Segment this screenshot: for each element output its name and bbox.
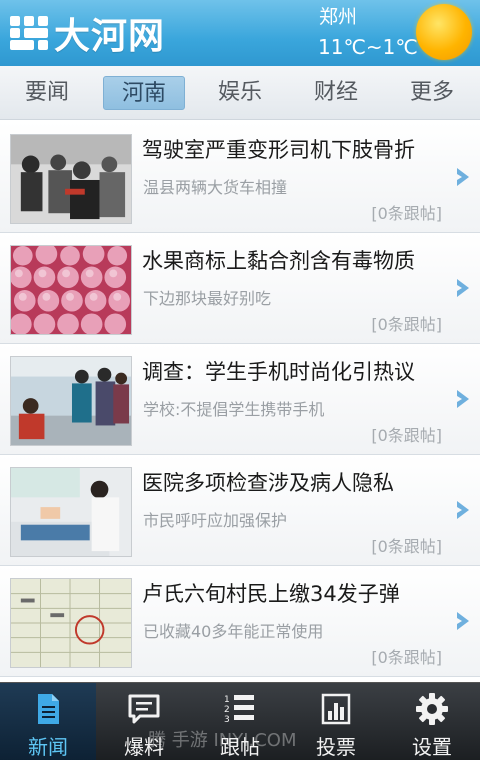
logo-text: 大河网 [54,16,166,57]
logo-mark-icon [10,16,48,50]
tab-henan[interactable]: 河南 [103,76,185,110]
reply-count: [0条跟帖] [371,426,442,445]
news-title: 医院多项检查涉及病人隐私 [142,471,394,495]
tab-caijing[interactable]: 财经 [295,76,377,110]
tab-yule[interactable]: 娱乐 [199,76,281,110]
sunny-icon [416,4,472,60]
news-item[interactable]: 卢氏六旬村民上缴34发子弹 已收藏40多年能正常使用 [0条跟帖] [0,566,480,677]
news-thumbnail [10,134,132,224]
news-thumbnail [10,245,132,335]
news-document-icon [38,694,59,724]
svg-text:2: 2 [224,705,230,715]
news-title: 水果商标上黏合剂含有毒物质 [142,249,415,273]
bar-chart-icon [321,693,351,725]
chevron-right-icon [457,501,469,519]
weather-widget[interactable]: 郑州 11℃~1℃ [318,6,418,62]
news-title: 调查：学生手机时尚化引热议 [142,360,415,384]
news-subtitle: 学校:不提倡学生携带手机 [143,400,325,419]
news-thumbnail [10,467,132,557]
nav-toupiao[interactable]: 投票 [288,683,384,760]
tab-yaowen[interactable]: 要闻 [6,76,88,110]
weather-city: 郑州 [319,6,358,28]
chevron-right-icon [457,168,469,186]
news-subtitle: 已收藏40多年能正常使用 [143,622,324,641]
chat-bubble-icon [128,694,160,724]
chevron-right-icon [457,390,469,408]
gear-icon [416,693,448,725]
nav-news[interactable]: 新闻 [0,683,96,760]
nav-settings[interactable]: 设置 [384,683,480,760]
news-subtitle: 温县两辆大货车相撞 [143,178,288,197]
reply-count: [0条跟帖] [371,648,442,667]
site-logo[interactable]: 大河网 [10,7,165,59]
news-subtitle: 市民呼吁应加强保护 [143,511,288,530]
chevron-right-icon [457,279,469,297]
reply-count: [0条跟帖] [371,315,442,334]
nav-news-label: 新闻 [28,735,68,759]
reply-count: [0条跟帖] [371,537,442,556]
news-item[interactable]: 水果商标上黏合剂含有毒物质 下边那块最好别吃 [0条跟帖] [0,233,480,344]
news-item[interactable]: 驾驶室严重变形司机下肢骨折 温县两辆大货车相撞 [0条跟帖] [0,122,480,233]
reply-count: [0条跟帖] [371,204,442,223]
svg-text:1: 1 [224,695,230,705]
news-thumbnail [10,356,132,446]
weather-temperature: 11℃~1℃ [318,35,418,59]
news-subtitle: 下边那块最好别吃 [143,289,272,308]
category-tabs: 要闻 河南 娱乐 财经 更多 [0,66,480,120]
nav-settings-label: 设置 [412,735,452,759]
numbered-list-icon: 1 2 3 [224,695,254,725]
svg-text:3: 3 [224,715,230,725]
news-title: 驾驶室严重变形司机下肢骨折 [142,138,415,162]
news-title: 卢氏六旬村民上缴34发子弹 [142,582,400,606]
app-header: 大河网 郑州 11℃~1℃ [0,0,480,66]
chevron-right-icon [457,612,469,630]
news-item[interactable]: 调查：学生手机时尚化引热议 学校:不提倡学生携带手机 [0条跟帖] [0,344,480,455]
tab-more[interactable]: 更多 [391,76,473,110]
news-item[interactable]: 医院多项检查涉及病人隐私 市民呼吁应加强保护 [0条跟帖] [0,455,480,566]
news-thumbnail [10,578,132,668]
watermark: 腾 手游 INYI.COM [148,730,297,751]
nav-toupiao-label: 投票 [316,735,356,759]
